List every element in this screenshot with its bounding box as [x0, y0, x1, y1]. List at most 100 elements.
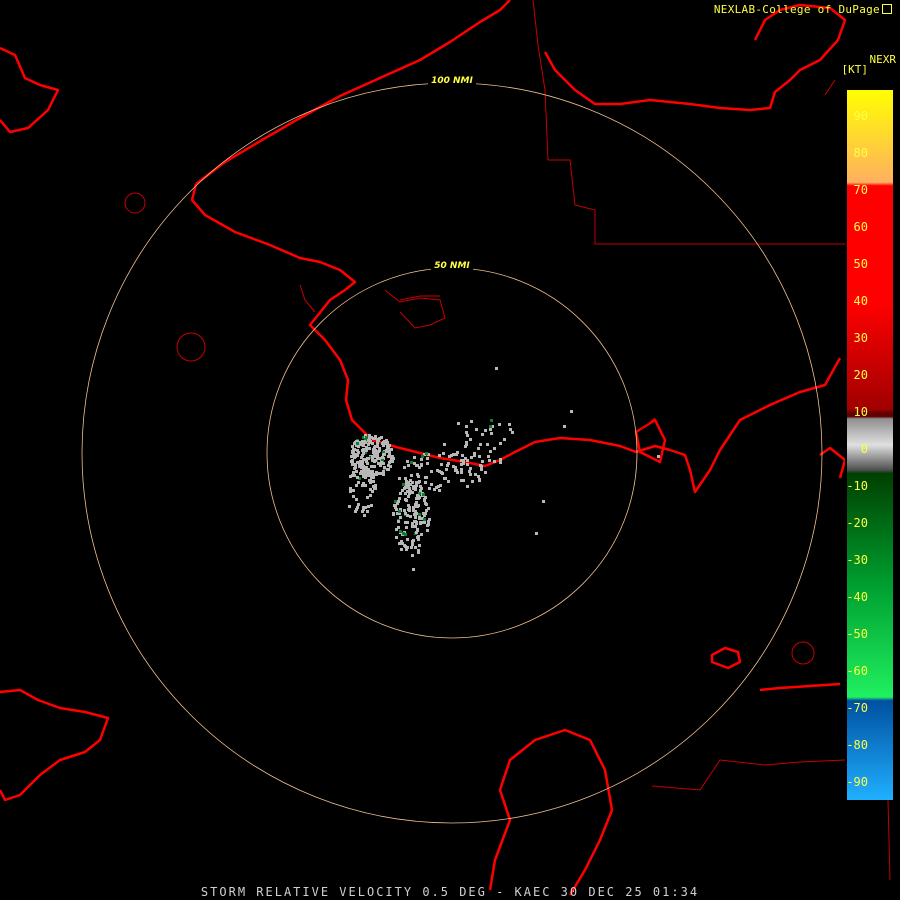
- echo-pixel: [393, 504, 396, 507]
- echo-pixel: [412, 539, 415, 542]
- scale-label: 50: [853, 257, 868, 271]
- scale-label: -80: [846, 738, 868, 752]
- echo-pixel: [444, 477, 447, 480]
- echo-pixel: [454, 466, 457, 469]
- echo-pixel: [412, 509, 415, 512]
- echo-pixel: [498, 423, 501, 426]
- scale-label: 30: [853, 331, 868, 345]
- echo-pixel: [417, 535, 420, 538]
- echo-pixel: [362, 444, 365, 447]
- echo-pixel: [420, 458, 423, 461]
- echo-pixel: [366, 510, 369, 513]
- echo-pixel: [471, 480, 474, 483]
- scale-label: -30: [846, 553, 868, 567]
- echo-pixel: [499, 458, 502, 461]
- echo-pixel: [364, 474, 367, 477]
- echo-pixel: [355, 498, 358, 501]
- echo-pixel: [357, 481, 360, 484]
- echo-pixel: [367, 505, 370, 508]
- echo-pixel: [412, 506, 415, 509]
- echo-pixel: [415, 512, 418, 515]
- product-label: NEXR: [869, 53, 897, 66]
- echo-pixel: [376, 445, 379, 448]
- echo-pixel: [373, 446, 376, 449]
- scale-label: -10: [846, 479, 868, 493]
- echo-pixel: [406, 514, 409, 517]
- echo-pixel: [403, 509, 406, 512]
- echo-pixel: [438, 454, 441, 457]
- echo-pixel: [415, 464, 418, 467]
- echo-pixel: [410, 546, 413, 549]
- echo-pixel: [481, 460, 484, 463]
- echo-pixel: [380, 461, 383, 464]
- echo-pixel: [414, 546, 417, 549]
- echo-pixel: [428, 487, 431, 490]
- echo-pixel: [563, 425, 566, 428]
- echo-pixel: [479, 443, 482, 446]
- echo-pixel: [401, 542, 404, 545]
- echo-pixel: [369, 494, 372, 497]
- echo-pixel: [421, 455, 424, 458]
- echo-pixel: [362, 506, 365, 509]
- echo-pixel: [418, 517, 421, 520]
- echo-pixel: [470, 420, 473, 423]
- echo-pixel: [395, 536, 398, 539]
- echo-pixel: [375, 471, 378, 474]
- echo-pixel: [430, 470, 433, 473]
- echo-pixel: [417, 551, 420, 554]
- echo-pixel: [455, 453, 458, 456]
- echo-pixel: [374, 449, 377, 452]
- scale-label: -20: [846, 516, 868, 530]
- echo-pixel: [490, 419, 493, 422]
- scale-label: 90: [853, 109, 868, 123]
- echo-pixel: [442, 452, 445, 455]
- echo-pixel: [377, 462, 380, 465]
- echo-pixel: [365, 449, 368, 452]
- echo-pixel: [473, 454, 476, 457]
- echo-pixel: [365, 436, 368, 439]
- echo-pixel: [474, 473, 477, 476]
- echo-pixel: [511, 431, 514, 434]
- echo-pixel: [349, 475, 352, 478]
- echo-pixel: [383, 466, 386, 469]
- echo-pixel: [403, 487, 406, 490]
- echo-pixel: [405, 526, 408, 529]
- echo-pixel: [570, 410, 573, 413]
- echo-pixel: [388, 452, 391, 455]
- echo-pixel: [365, 469, 368, 472]
- echo-pixel: [411, 481, 414, 484]
- state-borders: [124, 0, 891, 881]
- echo-pixel: [455, 469, 458, 472]
- echo-pixel: [367, 443, 370, 446]
- scale-label: -60: [846, 664, 868, 678]
- echo-pixel: [417, 481, 420, 484]
- echo-pixel: [465, 443, 468, 446]
- echo-pixel: [436, 469, 439, 472]
- range-ring-label-100: 100 NMI: [431, 76, 473, 86]
- echo-pixel: [469, 473, 472, 476]
- echo-pixel: [377, 438, 380, 441]
- echo-pixel: [398, 542, 401, 545]
- echo-pixel: [468, 470, 471, 473]
- echo-pixel: [488, 459, 491, 462]
- echo-pixel: [385, 449, 388, 452]
- scale-label: 60: [853, 220, 868, 234]
- echo-pixel: [351, 451, 354, 454]
- credit-text: NEXLAB-College of DuPage: [714, 3, 892, 16]
- echo-pixel: [433, 488, 436, 491]
- echo-pixel: [477, 475, 480, 478]
- echo-pixel: [369, 479, 372, 482]
- echo-pixel: [404, 498, 407, 501]
- echo-pixel: [484, 471, 487, 474]
- echo-pixel: [424, 476, 427, 479]
- scale-label: -70: [846, 701, 868, 715]
- echo-pixel: [349, 487, 352, 490]
- echo-pixel: [359, 443, 362, 446]
- echo-pixel: [362, 448, 365, 451]
- echo-pixel: [409, 490, 412, 493]
- echo-pixel: [439, 484, 442, 487]
- scale-label: 80: [853, 146, 868, 160]
- echo-pixel: [477, 447, 480, 450]
- product-caption: STORM RELATIVE VELOCITY 0.5 DEG - KAEC 3…: [200, 885, 700, 899]
- echo-pixel: [411, 554, 414, 557]
